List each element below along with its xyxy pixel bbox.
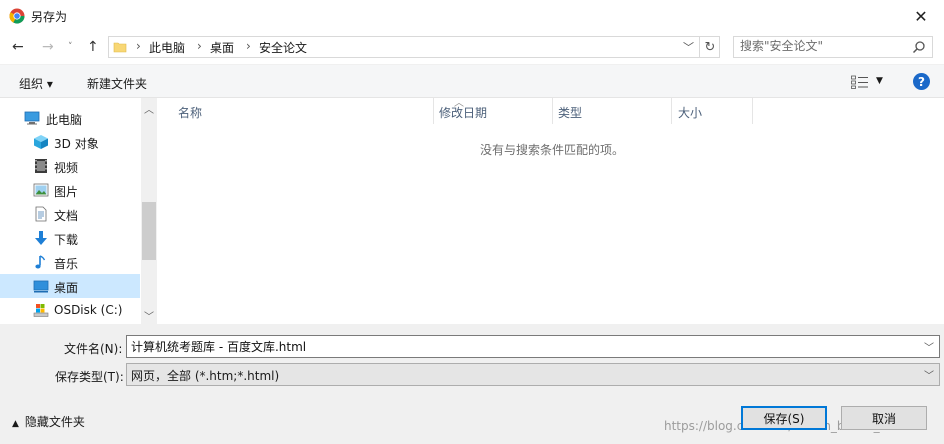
search-box[interactable] xyxy=(733,36,933,58)
tree-item-label: 图片 xyxy=(54,185,79,199)
column-header-modified[interactable]: 修改日期 xyxy=(433,98,553,124)
video-icon xyxy=(35,159,47,173)
hide-folders-toggle[interactable]: ▲ 隐藏文件夹 xyxy=(12,413,85,430)
tree-item-music[interactable]: 音乐 xyxy=(0,250,140,274)
tree-item-pictures[interactable]: 图片 xyxy=(0,178,140,202)
navigation-pane: 此电脑 3D 对象 视频 图片 文档 下载 音乐 桌面 OSDisk (C:) xyxy=(0,98,158,324)
tree-item-label: OSDisk (C:) xyxy=(54,303,123,317)
window-title: 另存为 xyxy=(31,10,68,24)
tree-item-label: 3D 对象 xyxy=(54,137,99,151)
scroll-up-icon[interactable]: ︿ xyxy=(144,101,154,116)
recent-locations-icon[interactable]: ˅ xyxy=(68,42,73,52)
computer-icon xyxy=(24,111,40,125)
title-bar: 另存为 ✕ xyxy=(0,0,944,32)
cancel-button[interactable]: 取消 xyxy=(841,406,927,430)
breadcrumb-security-papers[interactable]: 安全论文 xyxy=(259,39,307,56)
close-icon: ✕ xyxy=(914,6,928,26)
breadcrumb-desktop[interactable]: 桌面 xyxy=(210,39,234,56)
tree-item-label: 桌面 xyxy=(54,281,79,295)
filename-field[interactable]: ﹀ xyxy=(126,335,940,358)
organize-menu[interactable]: 组织 ▾ xyxy=(19,75,53,92)
up-folder-button[interactable]: ↑ xyxy=(87,39,99,55)
download-icon xyxy=(35,231,47,245)
chrome-icon xyxy=(9,8,25,24)
tree-item-3d-objects[interactable]: 3D 对象 xyxy=(0,130,140,154)
scrollbar-thumb[interactable] xyxy=(142,202,156,260)
new-folder-button[interactable]: 新建文件夹 xyxy=(87,75,147,92)
column-header-name[interactable]: 名称 xyxy=(172,98,434,124)
forward-button[interactable]: → xyxy=(42,39,54,55)
save-form: 文件名(N): ﹀ 保存类型(T): 网页，全部 (*.htm;*.html) … xyxy=(0,324,944,444)
tree-item-label: 文档 xyxy=(54,209,79,223)
search-icon xyxy=(912,41,925,54)
tree-item-videos[interactable]: 视频 xyxy=(0,154,140,178)
filename-dropdown-icon[interactable]: ﹀ xyxy=(924,339,934,354)
tree-item-label: 视频 xyxy=(54,161,79,175)
column-header-size[interactable]: 大小 xyxy=(672,98,753,124)
filetype-value: 网页，全部 (*.htm;*.html) xyxy=(131,369,280,383)
tree-item-label: 音乐 xyxy=(54,257,79,271)
tree-item-osdisk[interactable]: OSDisk (C:) xyxy=(0,298,140,322)
chevron-up-icon: ▲ xyxy=(12,419,19,429)
desktop-icon xyxy=(33,280,49,293)
tree-item-documents[interactable]: 文档 xyxy=(0,202,140,226)
back-button[interactable]: ← xyxy=(12,39,24,55)
breadcrumb-this-pc[interactable]: 此电脑 xyxy=(149,39,185,56)
search-input[interactable] xyxy=(740,39,900,53)
breadcrumb-separator: › xyxy=(197,39,202,53)
help-button[interactable]: ? xyxy=(913,73,930,90)
view-dropdown-icon[interactable]: ▼ xyxy=(876,76,883,86)
tree-item-label: 此电脑 xyxy=(46,113,83,127)
3d-objects-icon xyxy=(34,135,48,149)
filetype-label: 保存类型(T): xyxy=(55,370,124,384)
drive-icon xyxy=(33,304,49,317)
tree-item-downloads[interactable]: 下载 xyxy=(0,226,140,250)
address-bar[interactable]: › 此电脑 › 桌面 › 安全论文 ﹀ ↻ xyxy=(108,36,720,58)
documents-icon xyxy=(35,206,47,222)
breadcrumb-separator: › xyxy=(136,39,141,53)
filename-input[interactable] xyxy=(131,339,911,353)
filename-label: 文件名(N): xyxy=(64,342,123,356)
address-dropdown-icon[interactable]: ﹀ xyxy=(683,39,694,55)
file-list: ︿ 名称 修改日期 类型 大小 没有与搜索条件匹配的项。 xyxy=(158,98,944,324)
tree-item-desktop[interactable]: 桌面 xyxy=(0,274,140,298)
view-options-icon[interactable] xyxy=(851,75,869,89)
hide-folders-label: 隐藏文件夹 xyxy=(24,415,85,429)
tree-item-label: 下载 xyxy=(54,233,79,247)
breadcrumb-separator: › xyxy=(246,39,251,53)
toolbar: 组织 ▾ 新建文件夹 ▼ ? xyxy=(0,64,944,98)
pictures-icon xyxy=(33,183,49,197)
music-icon xyxy=(35,255,46,269)
column-header-type[interactable]: 类型 xyxy=(552,98,672,124)
refresh-icon[interactable]: ↻ xyxy=(699,37,720,57)
save-button[interactable]: 保存(S) xyxy=(741,406,827,430)
filetype-select[interactable]: 网页，全部 (*.htm;*.html) ﹀ xyxy=(126,363,940,386)
scroll-down-icon[interactable]: ﹀ xyxy=(144,308,154,323)
tree-item-this-pc[interactable]: 此电脑 xyxy=(0,106,140,130)
filetype-dropdown-icon[interactable]: ﹀ xyxy=(924,367,934,382)
folder-icon xyxy=(113,42,127,53)
empty-results-message: 没有与搜索条件匹配的项。 xyxy=(480,143,625,157)
close-button[interactable]: ✕ xyxy=(898,0,944,32)
navigation-scrollbar[interactable]: ︿ ﹀ xyxy=(141,98,157,324)
